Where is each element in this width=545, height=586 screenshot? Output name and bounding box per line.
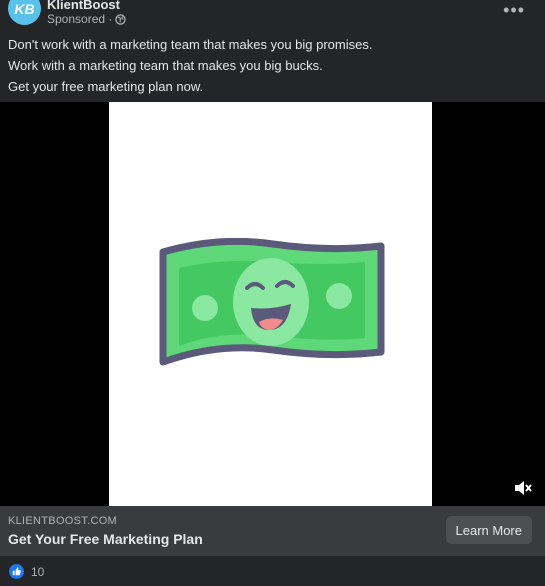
reaction-count[interactable]: 10 [31,565,44,579]
smiling-dollar-bill-icon [159,238,385,366]
more-options-button[interactable]: ••• [503,1,525,19]
post-caption: Don't work with a marketing team that ma… [8,34,538,97]
reactions-bar: 10 [0,556,545,586]
link-preview[interactable]: KLIENTBOOST.COM Get Your Free Marketing … [0,506,545,556]
learn-more-button[interactable]: Learn More [445,516,532,544]
globe-icon [115,13,127,25]
link-title[interactable]: Get Your Free Marketing Plan [8,531,203,547]
muted-speaker-icon[interactable] [513,478,533,498]
caption-line: Get your free marketing plan now. [8,79,204,94]
post-header: KB KlientBoost Sponsored · ••• [0,0,545,30]
caption-line: Don't work with a marketing team that ma… [8,37,373,52]
page-name[interactable]: KlientBoost [47,0,120,12]
video-frame[interactable] [109,102,432,506]
caption-line: Work with a marketing team that makes yo… [8,58,323,73]
like-icon[interactable] [9,564,24,579]
sponsored-label[interactable]: Sponsored · [47,12,112,26]
link-domain: KLIENTBOOST.COM [8,515,118,527]
post-meta: Sponsored · [47,12,127,26]
video-player[interactable] [0,102,545,506]
page-avatar[interactable]: KB [8,0,41,25]
